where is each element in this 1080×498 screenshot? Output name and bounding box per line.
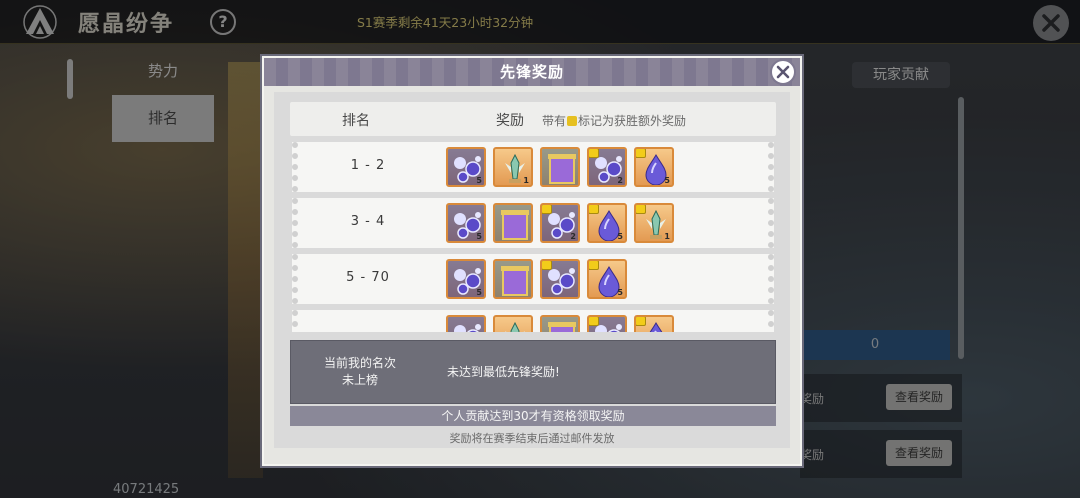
crystal-cluster-icon[interactable] bbox=[540, 259, 580, 299]
crystal-cluster-icon[interactable]: 5 bbox=[446, 147, 486, 187]
dialog-title: 先锋奖励 bbox=[499, 63, 564, 81]
bonus-flag-icon bbox=[636, 317, 646, 326]
item-count: 5 bbox=[476, 232, 482, 241]
reward-table-rows[interactable]: 1 - 251253 - 452515 - 70 5 5 bbox=[290, 142, 776, 332]
angel-statue-icon[interactable]: 1 bbox=[493, 147, 533, 187]
rank-range: 3 - 4 bbox=[350, 214, 386, 229]
bonus-flag-icon bbox=[589, 317, 599, 326]
bonus-flag-icon bbox=[542, 261, 552, 270]
bonus-note-prefix: 带有 bbox=[542, 114, 567, 128]
item-count: 2 bbox=[617, 176, 623, 185]
crystal-cluster-icon[interactable]: 5 bbox=[446, 203, 486, 243]
purple-banner-icon[interactable] bbox=[493, 259, 533, 299]
crystal-drop-icon[interactable]: 5 bbox=[587, 203, 627, 243]
reward-items: 5 2 5 1 bbox=[446, 203, 674, 243]
angel-statue-icon[interactable]: 1 bbox=[634, 203, 674, 243]
reward-items: 5 1 2 5 bbox=[446, 147, 674, 187]
rank-range: 1 - 2 bbox=[350, 158, 386, 173]
my-rank-title: 当前我的名次 bbox=[323, 356, 396, 370]
reward-items: 55 bbox=[446, 259, 627, 299]
column-reward: 奖励 bbox=[496, 113, 524, 129]
eligibility-notice: 个人贡献达到30才有资格领取奖励 bbox=[290, 406, 776, 426]
close-icon bbox=[776, 65, 790, 79]
crystal-drop-icon[interactable] bbox=[634, 315, 674, 332]
item-count: 5 bbox=[664, 176, 670, 185]
purple-banner-icon[interactable] bbox=[540, 315, 580, 332]
crystal-cluster-icon[interactable]: 5 bbox=[446, 259, 486, 299]
bonus-flag-icon bbox=[636, 205, 646, 214]
table-row: 3 - 4 5 2 5 1 bbox=[292, 198, 774, 248]
dialog-close-button[interactable] bbox=[770, 59, 796, 85]
dialog-body: 排名 奖励 带有 标记为获胜额外奖励 1 - 2 5 1 2 5 3 - 4 5 2 5 1 5 - … bbox=[274, 92, 790, 448]
my-rank-status: 未上榜 bbox=[341, 373, 378, 387]
crystal-drop-icon[interactable]: 5 bbox=[634, 147, 674, 187]
bonus-flag-icon bbox=[589, 261, 599, 270]
rank-range: 5 - 70 bbox=[346, 270, 390, 285]
my-rank-message: 未达到最低先锋奖励! bbox=[447, 365, 560, 379]
crystal-cluster-icon[interactable]: 2 bbox=[540, 203, 580, 243]
table-row bbox=[292, 310, 774, 332]
item-count: 5 bbox=[617, 288, 623, 297]
vanguard-rewards-dialog: 先锋奖励 排名 奖励 带有 标记为获胜额外奖励 1 - 251253 - 4525… bbox=[262, 56, 802, 466]
purple-banner-icon[interactable] bbox=[493, 203, 533, 243]
bonus-flag-icon bbox=[589, 149, 599, 158]
item-count: 5 bbox=[476, 288, 482, 297]
column-rank: 排名 bbox=[342, 113, 370, 129]
item-count: 1 bbox=[523, 176, 529, 185]
bonus-flag-icon bbox=[567, 116, 578, 126]
purple-banner-icon[interactable] bbox=[540, 147, 580, 187]
bonus-note: 带有 标记为获胜额外奖励 bbox=[542, 112, 686, 129]
item-count: 2 bbox=[570, 232, 576, 241]
my-rank-label: 当前我的名次 未上榜 bbox=[305, 355, 415, 389]
item-count: 1 bbox=[664, 232, 670, 241]
bonus-flag-icon bbox=[589, 205, 599, 214]
table-row: 1 - 2 5 1 2 5 bbox=[292, 142, 774, 192]
reward-table-header: 排名 奖励 带有 标记为获胜额外奖励 bbox=[290, 102, 776, 136]
crystal-drop-icon[interactable]: 5 bbox=[587, 259, 627, 299]
mail-delivery-note: 奖励将在赛季结束后通过邮件发放 bbox=[449, 432, 615, 445]
bonus-flag-icon bbox=[636, 149, 646, 158]
crystal-cluster-icon[interactable]: 2 bbox=[587, 147, 627, 187]
item-count: 5 bbox=[476, 176, 482, 185]
my-rank-panel: 当前我的名次 未上榜 未达到最低先锋奖励! bbox=[290, 340, 776, 404]
table-row: 5 - 70 5 5 bbox=[292, 254, 774, 304]
bonus-flag-icon bbox=[542, 205, 552, 214]
crystal-cluster-icon[interactable] bbox=[446, 315, 486, 332]
item-count: 5 bbox=[617, 232, 623, 241]
angel-statue-icon[interactable] bbox=[493, 315, 533, 332]
reward-items bbox=[446, 315, 674, 332]
crystal-cluster-icon[interactable] bbox=[587, 315, 627, 332]
bonus-note-suffix: 标记为获胜额外奖励 bbox=[578, 114, 687, 128]
